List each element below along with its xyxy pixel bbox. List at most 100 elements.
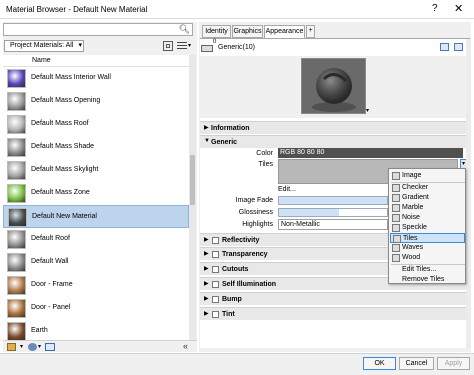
add-tab-button[interactable]: + bbox=[306, 25, 315, 38]
checker-icon bbox=[392, 184, 400, 192]
material-label: Default New Material bbox=[32, 213, 97, 220]
properties-scrollbar[interactable] bbox=[466, 39, 471, 348]
menu-item-image[interactable]: Image bbox=[390, 171, 465, 181]
material-thumbnail bbox=[7, 184, 26, 203]
asset-name: Generic(10) bbox=[218, 44, 255, 51]
library-footer: ▾ ▾ « bbox=[3, 340, 197, 352]
menu-item-label: Gradient bbox=[402, 194, 429, 201]
material-list: Default Mass Interior Wall Default Mass … bbox=[3, 67, 189, 340]
section-information[interactable]: ▶ Information bbox=[200, 121, 466, 134]
highlights-label: Highlights bbox=[242, 221, 273, 228]
expand-arrow-icon: ▶ bbox=[204, 281, 209, 287]
highlights-select[interactable]: Non-Metallic bbox=[278, 219, 388, 230]
noise-icon bbox=[392, 214, 400, 222]
chevron-down-icon[interactable]: ▾ bbox=[366, 107, 369, 114]
list-item[interactable]: Default Mass Interior Wall bbox=[3, 67, 189, 90]
list-item[interactable]: Default Mass Skylight bbox=[3, 159, 189, 182]
transparency-checkbox[interactable] bbox=[212, 251, 219, 258]
search-input[interactable]: 🔍︎ bbox=[3, 23, 193, 36]
material-icon[interactable] bbox=[28, 343, 37, 351]
view-options: ▾ bbox=[163, 40, 193, 52]
menu-item-marble[interactable]: Marble bbox=[390, 203, 465, 213]
cancel-button[interactable]: Cancel bbox=[399, 357, 434, 370]
folder-icon[interactable] bbox=[7, 343, 16, 351]
apply-button[interactable]: Apply bbox=[437, 357, 470, 370]
project-materials-dropdown[interactable]: Project Materials: All ▾ bbox=[4, 40, 84, 52]
ok-button[interactable]: OK bbox=[363, 357, 396, 370]
list-item[interactable]: Door - Panel bbox=[3, 297, 189, 320]
menu-item-label: Noise bbox=[402, 214, 420, 221]
section-generic[interactable]: ▼ Generic bbox=[200, 135, 466, 148]
collapse-icon[interactable]: « bbox=[183, 341, 188, 351]
list-item[interactable]: Default Mass Roof bbox=[3, 113, 189, 136]
material-thumbnail bbox=[8, 208, 27, 227]
help-button[interactable]: ? bbox=[432, 3, 438, 14]
menu-item-label: Tiles bbox=[403, 235, 418, 242]
material-thumbnail bbox=[7, 322, 26, 340]
menu-item-checker[interactable]: Checker bbox=[390, 183, 465, 193]
menu-item-waves[interactable]: Waves bbox=[390, 243, 465, 253]
menu-item-wood[interactable]: Wood bbox=[390, 253, 465, 263]
material-label: Default Mass Zone bbox=[31, 189, 90, 196]
list-item[interactable]: Default Mass Opening bbox=[3, 90, 189, 113]
tint-checkbox[interactable] bbox=[212, 311, 219, 318]
gradient-icon bbox=[392, 194, 400, 202]
list-item[interactable]: Default Roof bbox=[3, 228, 189, 251]
list-item[interactable]: Door - Frame bbox=[3, 274, 189, 297]
tab-appearance[interactable]: Appearance bbox=[264, 25, 305, 38]
close-button[interactable]: ✕ bbox=[454, 2, 463, 15]
menu-item-gradient[interactable]: Gradient bbox=[390, 193, 465, 203]
section-title: Tint bbox=[222, 311, 235, 318]
cutouts-checkbox[interactable] bbox=[212, 266, 219, 273]
image-fade-label: Image Fade bbox=[235, 197, 273, 204]
list-scrollbar[interactable] bbox=[189, 55, 196, 340]
section-title: Transparency bbox=[222, 251, 268, 258]
section-title: Bump bbox=[222, 296, 242, 303]
menu-item-label: Wood bbox=[402, 254, 421, 261]
material-label: Default Roof bbox=[31, 235, 70, 242]
color-swatch[interactable]: RGB 80 80 80 bbox=[278, 148, 463, 158]
material-thumbnail bbox=[7, 161, 26, 180]
glossiness-slider[interactable] bbox=[278, 208, 388, 217]
list-view-icon[interactable] bbox=[177, 41, 187, 51]
waves-icon bbox=[392, 244, 400, 252]
scrollbar-thumb[interactable] bbox=[190, 155, 195, 205]
name-column-header[interactable]: Name bbox=[32, 57, 51, 64]
menu-item-speckle[interactable]: Speckle bbox=[390, 223, 465, 233]
title-bar: Material Browser - Default New Material … bbox=[0, 0, 474, 19]
menu-item-label: Waves bbox=[402, 244, 424, 251]
highlights-value: Non-Metallic bbox=[281, 221, 320, 228]
list-item[interactable]: Default Wall bbox=[3, 251, 189, 274]
tab-identity[interactable]: Identity bbox=[202, 25, 231, 38]
chevron-down-icon[interactable]: ▾ bbox=[20, 343, 23, 350]
chevron-down-icon[interactable]: ▾ bbox=[38, 343, 41, 350]
wood-icon bbox=[392, 254, 400, 262]
menu-item-remove-tiles[interactable]: Remove Tiles bbox=[390, 275, 465, 285]
duplicate-icon[interactable] bbox=[440, 43, 449, 51]
menu-item-label: Edit Tiles... bbox=[402, 266, 437, 273]
self-illumination-checkbox[interactable] bbox=[212, 281, 219, 288]
asset-bar: 0 Generic(10) bbox=[200, 39, 470, 56]
list-item[interactable]: Default Mass Zone bbox=[3, 182, 189, 205]
list-item[interactable]: Default Mass Shade bbox=[3, 136, 189, 159]
search-icon[interactable]: 🔍︎ bbox=[179, 24, 190, 35]
menu-item-noise[interactable]: Noise bbox=[390, 213, 465, 223]
material-label: Default Wall bbox=[31, 258, 69, 265]
menu-item-tiles[interactable]: Tiles bbox=[390, 233, 465, 243]
image-fade-slider[interactable] bbox=[278, 196, 388, 205]
menu-item-edit-tiles[interactable]: Edit Tiles... bbox=[390, 265, 465, 275]
section-tint[interactable]: ▶ Tint bbox=[200, 307, 466, 320]
bump-checkbox[interactable] bbox=[212, 296, 219, 303]
list-item[interactable]: Earth bbox=[3, 320, 189, 340]
section-bump[interactable]: ▶ Bump bbox=[200, 292, 466, 305]
chevron-down-icon[interactable]: ▾ bbox=[188, 42, 191, 49]
texture-map-menu: Image Checker Gradient Marble Noise Spec… bbox=[388, 168, 466, 284]
list-item-selected[interactable]: Default New Material bbox=[3, 205, 189, 228]
reflectivity-checkbox[interactable] bbox=[212, 237, 219, 244]
swap-icon[interactable] bbox=[454, 43, 463, 51]
material-editor-icon[interactable] bbox=[45, 343, 55, 351]
collapse-arrow-icon: ▼ bbox=[204, 138, 210, 144]
tab-graphics[interactable]: Graphics bbox=[232, 25, 263, 38]
grid-view-icon[interactable] bbox=[163, 41, 173, 51]
edit-link[interactable]: Edit... bbox=[278, 186, 296, 193]
